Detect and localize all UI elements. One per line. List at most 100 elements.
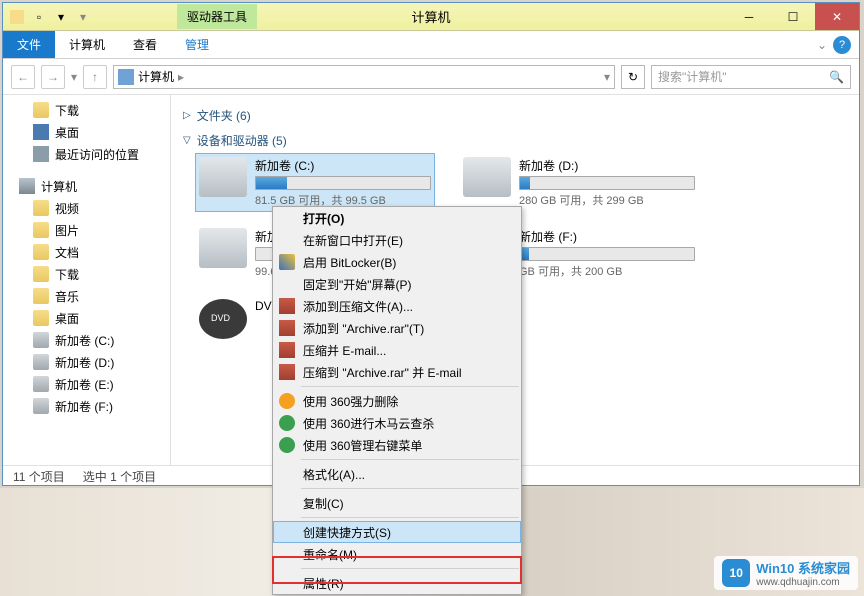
menu-item-label: 使用 360进行木马云查杀 — [303, 415, 434, 432]
ribbon-file-tab[interactable]: 文件 — [3, 31, 55, 58]
menu-item[interactable]: 固定到"开始"屏幕(P) — [273, 273, 521, 295]
menu-item[interactable]: 重命名(M) — [273, 543, 521, 565]
drive-usage-bar — [255, 176, 431, 190]
ribbon-tab-manage[interactable]: 管理 — [171, 31, 223, 58]
menu-item[interactable]: 添加到压缩文件(A)... — [273, 295, 521, 317]
menu-item[interactable]: 创建快捷方式(S) — [273, 521, 521, 543]
up-button[interactable]: ↑ — [83, 65, 107, 89]
sidebar-item-label: 文档 — [55, 244, 79, 261]
sidebar-item-drive[interactable]: 新加卷 (C:) — [3, 329, 170, 351]
qat-dropdown-icon[interactable]: ▾ — [73, 7, 93, 27]
folder-icon — [33, 200, 49, 216]
address-dropdown-icon[interactable]: ▾ — [604, 70, 610, 84]
chevron-right-icon: ▷ — [183, 110, 191, 121]
menu-item-icon — [279, 342, 295, 358]
sidebar-item[interactable]: 视频 — [3, 197, 170, 219]
menu-item[interactable]: 打开(O) — [273, 207, 521, 229]
sidebar-item[interactable]: 桌面 — [3, 307, 170, 329]
sidebar-item[interactable]: 音乐 — [3, 285, 170, 307]
sidebar-item[interactable]: 文档 — [3, 241, 170, 263]
sidebar-item-label: 视频 — [55, 200, 79, 217]
folder-icon — [33, 124, 49, 140]
menu-item-icon — [279, 437, 295, 453]
breadcrumb[interactable]: 计算机 — [138, 68, 174, 85]
sidebar-item-drive[interactable]: 新加卷 (E:) — [3, 373, 170, 395]
back-button[interactable]: ← — [11, 65, 35, 89]
sidebar-item[interactable]: 下载 — [3, 99, 170, 121]
drive-usage-bar — [519, 176, 695, 190]
maximize-button[interactable]: ☐ — [771, 3, 815, 30]
ribbon-tab-view[interactable]: 查看 — [119, 31, 171, 58]
menu-item[interactable]: 启用 BitLocker(B) — [273, 251, 521, 273]
sidebar-item-drive[interactable]: 新加卷 (D:) — [3, 351, 170, 373]
sidebar-item-label: 图片 — [55, 222, 79, 239]
menu-item-label: 添加到压缩文件(A)... — [303, 298, 413, 315]
dvd-icon — [199, 299, 247, 339]
app-icon[interactable] — [7, 7, 27, 27]
menu-item[interactable]: 使用 360管理右键菜单 — [273, 434, 521, 456]
window-title: 计算机 — [411, 7, 450, 26]
drive-usage-text: 280 GB 可用，共 299 GB — [519, 192, 695, 208]
computer-icon — [118, 69, 134, 85]
menu-item-label: 固定到"开始"屏幕(P) — [303, 276, 412, 293]
drive-usage-text: GB 可用，共 200 GB — [519, 263, 695, 279]
menu-item-label: 启用 BitLocker(B) — [303, 254, 396, 271]
menu-item[interactable]: 复制(C) — [273, 492, 521, 514]
help-icon[interactable]: ? — [833, 36, 851, 54]
menu-item-label: 压缩到 "Archive.rar" 并 E-mail — [303, 364, 462, 381]
sidebar-item[interactable]: 下载 — [3, 263, 170, 285]
drive-label: 新加卷 (C:) — [255, 157, 431, 174]
menu-separator — [301, 568, 519, 569]
menu-item[interactable]: 使用 360强力删除 — [273, 390, 521, 412]
drive-icon — [463, 157, 511, 197]
status-selection: 选中 1 个项目 — [83, 468, 156, 485]
drive-icon — [33, 398, 49, 414]
menu-item[interactable]: 格式化(A)... — [273, 463, 521, 485]
refresh-button[interactable]: ↻ — [621, 65, 645, 89]
drive-icon — [33, 332, 49, 348]
menu-item-label: 压缩并 E-mail... — [303, 342, 386, 359]
sidebar-item[interactable]: 桌面 — [3, 121, 170, 143]
minimize-button[interactable]: ─ — [727, 3, 771, 30]
menu-item-label: 重命名(M) — [303, 546, 357, 563]
forward-button[interactable]: → — [41, 65, 65, 89]
menu-item[interactable]: 压缩到 "Archive.rar" 并 E-mail — [273, 361, 521, 383]
group-folders[interactable]: ▷ 文件夹 (6) — [183, 103, 847, 128]
sidebar-item-label: 新加卷 (C:) — [55, 332, 114, 349]
menu-item-icon — [279, 364, 295, 380]
menu-item[interactable]: 添加到 "Archive.rar"(T) — [273, 317, 521, 339]
watermark-logo: 10 — [722, 559, 750, 587]
breadcrumb-arrow-icon[interactable]: ▸ — [178, 70, 184, 84]
history-dropdown-icon[interactable]: ▾ — [71, 70, 77, 84]
menu-item-label: 使用 360管理右键菜单 — [303, 437, 422, 454]
ribbon-expand-icon[interactable]: ⌄ — [817, 38, 827, 52]
address-bar[interactable]: 计算机 ▸ ▾ — [113, 65, 615, 89]
sidebar-item[interactable]: 图片 — [3, 219, 170, 241]
menu-item-icon — [279, 393, 295, 409]
menu-item-label: 属性(R) — [303, 575, 344, 592]
menu-item[interactable]: 使用 360进行木马云查杀 — [273, 412, 521, 434]
sidebar-item-label: 计算机 — [41, 178, 77, 195]
menu-item-icon — [279, 298, 295, 314]
menu-item[interactable]: 在新窗口中打开(E) — [273, 229, 521, 251]
drive-icon — [199, 228, 247, 268]
search-icon: 🔍 — [829, 70, 844, 84]
qat-new-folder-icon[interactable]: ▾ — [51, 7, 71, 27]
sidebar-item-label: 下载 — [55, 102, 79, 119]
close-button[interactable]: ✕ — [815, 3, 859, 30]
menu-separator — [301, 488, 519, 489]
sidebar-item-drive[interactable]: 新加卷 (F:) — [3, 395, 170, 417]
menu-item-label: 使用 360强力删除 — [303, 393, 398, 410]
watermark-title: Win10 系统家园 — [756, 558, 850, 577]
group-devices[interactable]: ▽ 设备和驱动器 (5) — [183, 128, 847, 153]
menu-item[interactable]: 属性(R) — [273, 572, 521, 594]
qat-properties-icon[interactable]: ▫ — [29, 7, 49, 27]
drive-item[interactable]: 新加卷 (C:)81.5 GB 可用，共 99.5 GB — [195, 153, 435, 212]
menu-item[interactable]: 压缩并 E-mail... — [273, 339, 521, 361]
search-input[interactable]: 搜索"计算机" 🔍 — [651, 65, 851, 89]
drive-item[interactable]: 新加卷 (D:)280 GB 可用，共 299 GB — [459, 153, 699, 212]
sidebar-header-computer[interactable]: 计算机 — [3, 175, 170, 197]
ribbon-tab-computer[interactable]: 计算机 — [55, 31, 119, 58]
sidebar-item[interactable]: 最近访问的位置 — [3, 143, 170, 165]
ribbon-contextual-tab[interactable]: 驱动器工具 — [177, 4, 257, 29]
